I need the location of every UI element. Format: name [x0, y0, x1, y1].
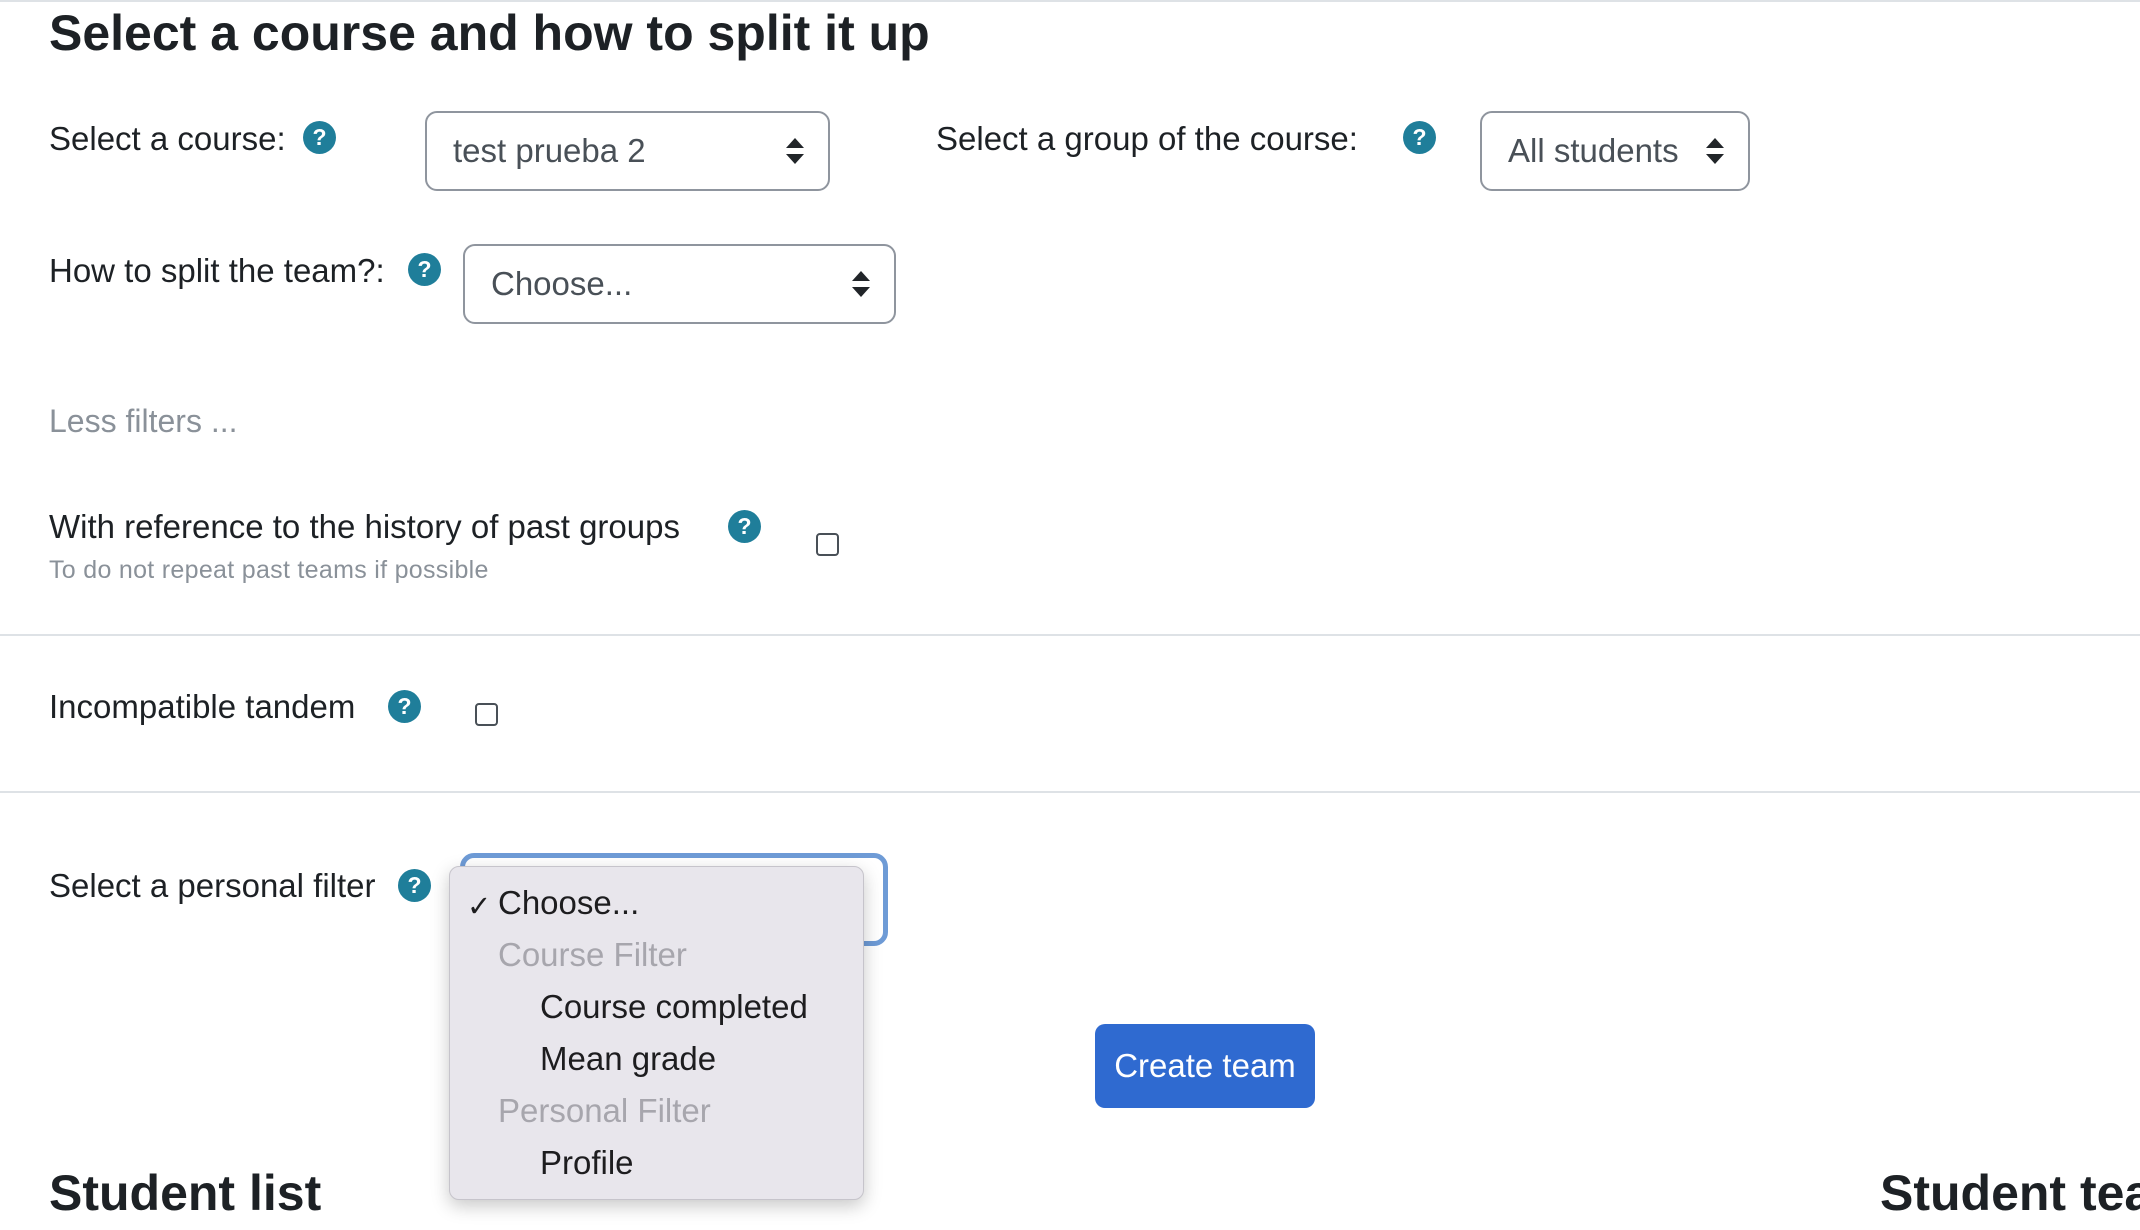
- divider: [0, 791, 2140, 793]
- group-select-value: All students: [1508, 132, 1679, 169]
- course-select-value: test prueba 2: [453, 132, 646, 169]
- dropdown-option[interactable]: Profile: [540, 1146, 634, 1179]
- history-subtext: To do not repeat past teams if possible: [49, 556, 489, 584]
- tandem-label: Incompatible tandem: [49, 688, 356, 725]
- checkmark-icon: ✓: [467, 891, 492, 923]
- dropdown-group-header: Course Filter: [498, 936, 687, 973]
- personal-filter-label: Select a personal filter: [49, 867, 376, 904]
- divider: [0, 634, 2140, 636]
- question-circle-icon[interactable]: ?: [388, 690, 421, 723]
- group-select[interactable]: All students: [1480, 111, 1750, 191]
- dropdown-option[interactable]: Choose...: [498, 886, 639, 919]
- split-label: How to split the team?:: [49, 252, 385, 289]
- dropdown-option[interactable]: Course completed: [540, 990, 808, 1023]
- question-circle-icon[interactable]: ?: [408, 253, 441, 286]
- dropdown-option[interactable]: Mean grade: [540, 1042, 716, 1075]
- course-select[interactable]: test prueba 2: [425, 111, 830, 191]
- history-checkbox[interactable]: [816, 533, 839, 556]
- create-team-button[interactable]: Create team: [1095, 1024, 1315, 1108]
- sort-arrows-icon: [786, 138, 804, 164]
- group-label: Select a group of the course:: [936, 120, 1358, 157]
- question-circle-icon[interactable]: ?: [728, 510, 761, 543]
- question-circle-icon[interactable]: ?: [303, 121, 336, 154]
- tandem-checkbox[interactable]: [475, 703, 498, 726]
- question-circle-icon[interactable]: ?: [398, 869, 431, 902]
- split-select-value: Choose...: [491, 265, 633, 302]
- history-label: With reference to the history of past gr…: [49, 508, 680, 545]
- top-border: [0, 0, 2140, 2]
- page-heading: Select a course and how to split it up: [49, 5, 930, 61]
- course-label: Select a course:: [49, 120, 286, 157]
- dropdown-group-header: Personal Filter: [498, 1092, 711, 1129]
- student-list-heading: Student list: [49, 1165, 322, 1221]
- sort-arrows-icon: [1706, 138, 1724, 164]
- personal-filter-dropdown-menu: ✓ Choose... Course Filter Course complet…: [449, 866, 864, 1200]
- sort-arrows-icon: [852, 271, 870, 297]
- question-circle-icon[interactable]: ?: [1403, 121, 1436, 154]
- split-select[interactable]: Choose...: [463, 244, 896, 324]
- student-teams-heading: Student tea: [1880, 1165, 2140, 1221]
- less-filters-link[interactable]: Less filters ...: [49, 405, 238, 437]
